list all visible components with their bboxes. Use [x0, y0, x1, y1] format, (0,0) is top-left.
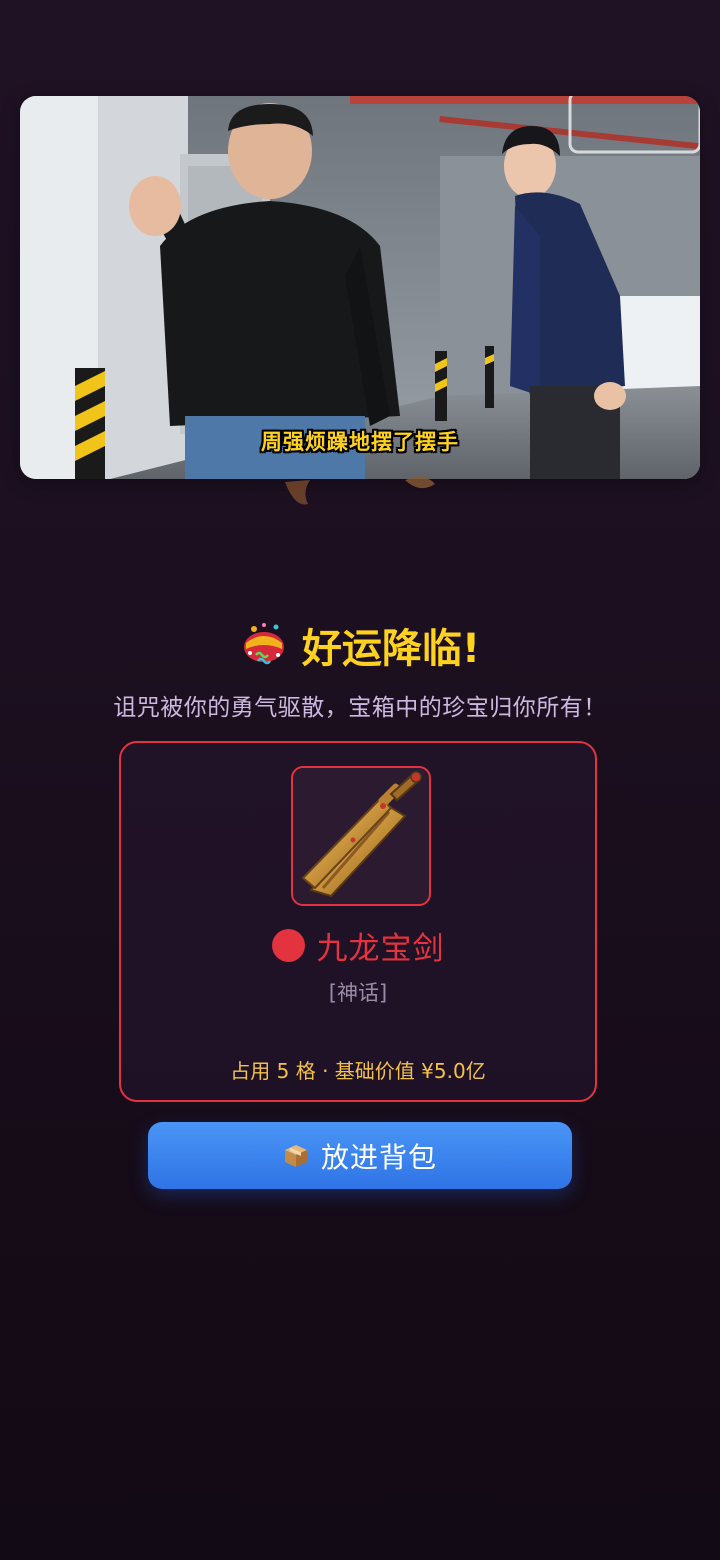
reward-card: 九龙宝剑 [神话] 占用 5 格 · 基础价值 ¥5.0亿 — [119, 741, 597, 1102]
item-meta-info: 占用 5 格 · 基础价值 ¥5.0亿 — [230, 1059, 486, 1083]
item-name: 九龙宝剑 — [316, 931, 445, 967]
result-title: 好运降临! — [301, 626, 481, 672]
rarity-dot-icon — [271, 929, 305, 962]
item-rarity-tier: [神话] — [328, 981, 388, 1005]
video-frame-image — [20, 96, 700, 479]
item-image-frame — [291, 766, 431, 906]
put-in-bag-button[interactable]: 放进背包 — [148, 1122, 572, 1189]
video-player[interactable]: 周强烦躁地摆了摆手 — [20, 96, 700, 479]
result-message: 诅咒被你的勇气驱散，宝箱中的珍宝归你所有！ — [113, 695, 607, 721]
video-subtitle: 周强烦躁地摆了摆手 — [261, 430, 459, 454]
treasure-fragments-icon — [285, 476, 435, 505]
put-in-bag-label: 放进背包 — [320, 1140, 437, 1174]
result-title-row: 好运降临! — [0, 616, 720, 674]
sword-icon — [301, 771, 422, 898]
party-popper-icon — [243, 623, 284, 665]
item-name-row: 九龙宝剑 — [121, 923, 595, 968]
package-icon — [284, 1144, 307, 1167]
